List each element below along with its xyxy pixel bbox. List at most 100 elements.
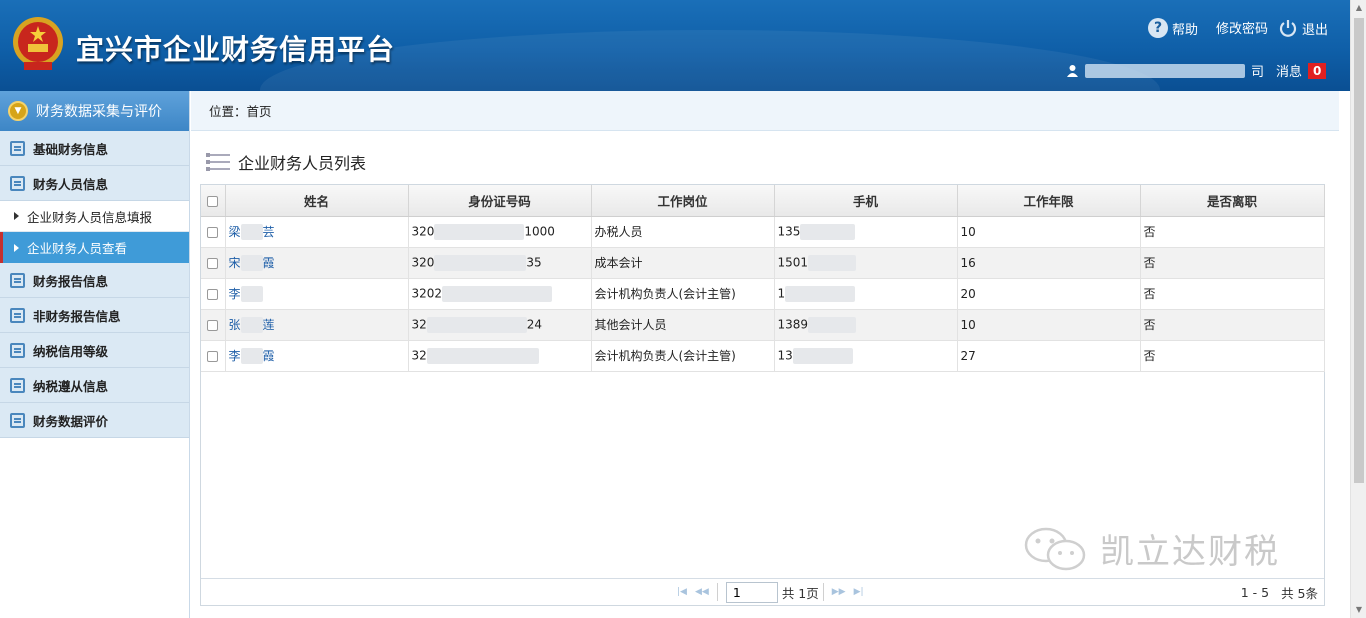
column-header[interactable]: 姓名 bbox=[225, 185, 409, 217]
masked-text bbox=[434, 223, 525, 240]
cell-phone: 1501 bbox=[774, 247, 958, 279]
change-password-label: 修改密码 bbox=[1216, 22, 1269, 37]
row-checkbox[interactable] bbox=[201, 340, 226, 372]
cell-resigned: 否 bbox=[1140, 309, 1325, 341]
name-link[interactable]: 李 bbox=[229, 287, 241, 301]
sidebar-item-finance-staff[interactable]: 财务人员信息 bbox=[0, 166, 189, 201]
column-header[interactable]: 工作岗位 bbox=[591, 185, 775, 217]
id-suffix: 1000 bbox=[524, 224, 555, 238]
help-icon: ? bbox=[1148, 18, 1168, 38]
sidebar-subitem-label: 企业财务人员信息填报 bbox=[27, 209, 153, 225]
phone-prefix: 13 bbox=[777, 348, 793, 362]
caret-right-icon bbox=[14, 243, 19, 252]
name-tail[interactable]: 霞 bbox=[263, 349, 275, 363]
cell-years: 16 bbox=[957, 247, 1141, 279]
row-checkbox[interactable] bbox=[201, 278, 226, 310]
page-number-input[interactable] bbox=[725, 581, 778, 603]
emblem-icon bbox=[13, 17, 63, 70]
name-tail[interactable]: 莲 bbox=[263, 318, 275, 332]
sidebar-group-header[interactable]: ▼ 财务数据采集与评价 bbox=[0, 91, 189, 131]
next-page-icon[interactable]: ▶▶ bbox=[832, 587, 846, 597]
messages-link[interactable]: 消息 bbox=[1276, 61, 1302, 80]
masked-text bbox=[240, 348, 263, 365]
table-row[interactable]: 李 3202 会计机构负责人(会计主管) 1 20 否 bbox=[201, 278, 1325, 310]
wechat-icon bbox=[1024, 527, 1086, 570]
cell-phone: 1389 bbox=[774, 309, 958, 341]
name-link[interactable]: 李 bbox=[229, 349, 241, 363]
name-link[interactable]: 宋 bbox=[229, 256, 241, 270]
id-prefix: 32 bbox=[411, 348, 427, 362]
sidebar-subitem-staff-view[interactable]: 企业财务人员查看 bbox=[0, 232, 189, 263]
cell-position: 其他会计人员 bbox=[591, 309, 775, 341]
cell-position: 会计机构负责人(会计主管) bbox=[591, 278, 775, 310]
sidebar-item-tax-compliance[interactable]: 纳税遵从信息 bbox=[0, 368, 189, 403]
column-header[interactable]: 是否离职 bbox=[1140, 185, 1325, 217]
cell-name[interactable]: 宋霞 bbox=[225, 247, 409, 279]
row-checkbox[interactable] bbox=[201, 309, 226, 341]
sidebar-item-label: 基础财务信息 bbox=[33, 141, 109, 157]
column-header[interactable]: 工作年限 bbox=[957, 185, 1141, 217]
calendar-icon bbox=[10, 307, 25, 323]
scrollbar-thumb[interactable] bbox=[1354, 18, 1364, 483]
table-row[interactable]: 梁芸 320 1000 办税人员 135 10 否 bbox=[201, 216, 1325, 248]
cell-resigned: 否 bbox=[1140, 340, 1325, 372]
name-tail[interactable]: 霞 bbox=[263, 256, 275, 270]
last-page-icon[interactable]: ▶| bbox=[854, 587, 864, 597]
masked-text bbox=[808, 254, 857, 271]
select-all-checkbox[interactable] bbox=[201, 185, 226, 217]
breadcrumb: 位置：首页 bbox=[191, 91, 1339, 131]
cell-name[interactable]: 李 bbox=[225, 278, 409, 310]
table-row[interactable]: 宋霞 320 35 成本会计 1501 16 否 bbox=[201, 247, 1325, 279]
prev-page-icon[interactable]: ◀◀ bbox=[695, 587, 709, 597]
name-link[interactable]: 梁 bbox=[229, 225, 241, 239]
company-name-masked bbox=[1085, 63, 1245, 78]
change-password-link[interactable]: 修改密码 bbox=[1216, 18, 1268, 37]
cell-position: 会计机构负责人(会计主管) bbox=[591, 340, 775, 372]
table-row[interactable]: 李霞 32 会计机构负责人(会计主管) 13 27 否 bbox=[201, 340, 1325, 372]
masked-text bbox=[240, 286, 263, 303]
sidebar-item-finance-report[interactable]: 财务报告信息 bbox=[0, 263, 189, 298]
page-scrollbar[interactable]: ▲ ▼ bbox=[1350, 0, 1366, 618]
cell-id: 320 35 bbox=[408, 247, 592, 279]
masked-text bbox=[426, 347, 539, 364]
user-icon bbox=[1067, 65, 1078, 77]
record-total-text: 共 5条 bbox=[1281, 585, 1318, 601]
watermark: 凯立达财税 bbox=[1022, 524, 1280, 573]
phone-prefix: 1389 bbox=[777, 317, 809, 331]
row-checkbox[interactable] bbox=[201, 216, 226, 248]
id-prefix: 32 bbox=[411, 317, 427, 331]
cell-phone: 135 bbox=[774, 216, 958, 248]
masked-text bbox=[792, 347, 853, 364]
cell-name[interactable]: 张莲 bbox=[225, 309, 409, 341]
column-header[interactable]: 身份证号码 bbox=[408, 185, 592, 217]
company-name-suffix: 司 bbox=[1251, 65, 1265, 80]
help-link[interactable]: ? 帮助 bbox=[1148, 18, 1198, 38]
table-row[interactable]: 张莲 32 24 其他会计人员 1389 10 否 bbox=[201, 309, 1325, 341]
column-header[interactable]: 手机 bbox=[774, 185, 958, 217]
scroll-down-icon[interactable]: ▼ bbox=[1351, 602, 1366, 618]
logout-link[interactable]: 退出 bbox=[1278, 18, 1328, 38]
sidebar-item-tax-credit[interactable]: 纳税信用等级 bbox=[0, 333, 189, 368]
name-link[interactable]: 张 bbox=[229, 318, 241, 332]
calendar-icon bbox=[10, 377, 25, 393]
sidebar-item-label: 非财务报告信息 bbox=[33, 308, 121, 324]
cell-id: 3202 bbox=[408, 278, 592, 310]
scroll-up-icon[interactable]: ▲ bbox=[1351, 0, 1366, 16]
sidebar-item-finance-evaluation[interactable]: 财务数据评价 bbox=[0, 403, 189, 438]
section-header: 企业财务人员列表 bbox=[206, 150, 366, 174]
list-icon bbox=[206, 151, 230, 173]
cell-phone: 1 bbox=[774, 278, 958, 310]
row-checkbox[interactable] bbox=[201, 247, 226, 279]
sidebar-item-nonfinance-report[interactable]: 非财务报告信息 bbox=[0, 298, 189, 333]
power-icon bbox=[1279, 20, 1297, 37]
sidebar-item-basic-finance[interactable]: 基础财务信息 bbox=[0, 131, 189, 166]
name-tail[interactable]: 芸 bbox=[263, 225, 275, 239]
cell-name[interactable]: 梁芸 bbox=[225, 216, 409, 248]
cell-name[interactable]: 李霞 bbox=[225, 340, 409, 372]
message-count-badge[interactable]: 0 bbox=[1308, 62, 1327, 79]
masked-text bbox=[240, 224, 263, 241]
table-header-row: 姓名 身份证号码 工作岗位 手机 工作年限 是否离职 bbox=[201, 185, 1325, 217]
staff-table: 姓名 身份证号码 工作岗位 手机 工作年限 是否离职 梁芸 320 1000 办税… bbox=[201, 185, 1325, 372]
first-page-icon[interactable]: |◀ bbox=[677, 587, 687, 597]
sidebar-subitem-staff-entry[interactable]: 企业财务人员信息填报 bbox=[0, 201, 189, 232]
